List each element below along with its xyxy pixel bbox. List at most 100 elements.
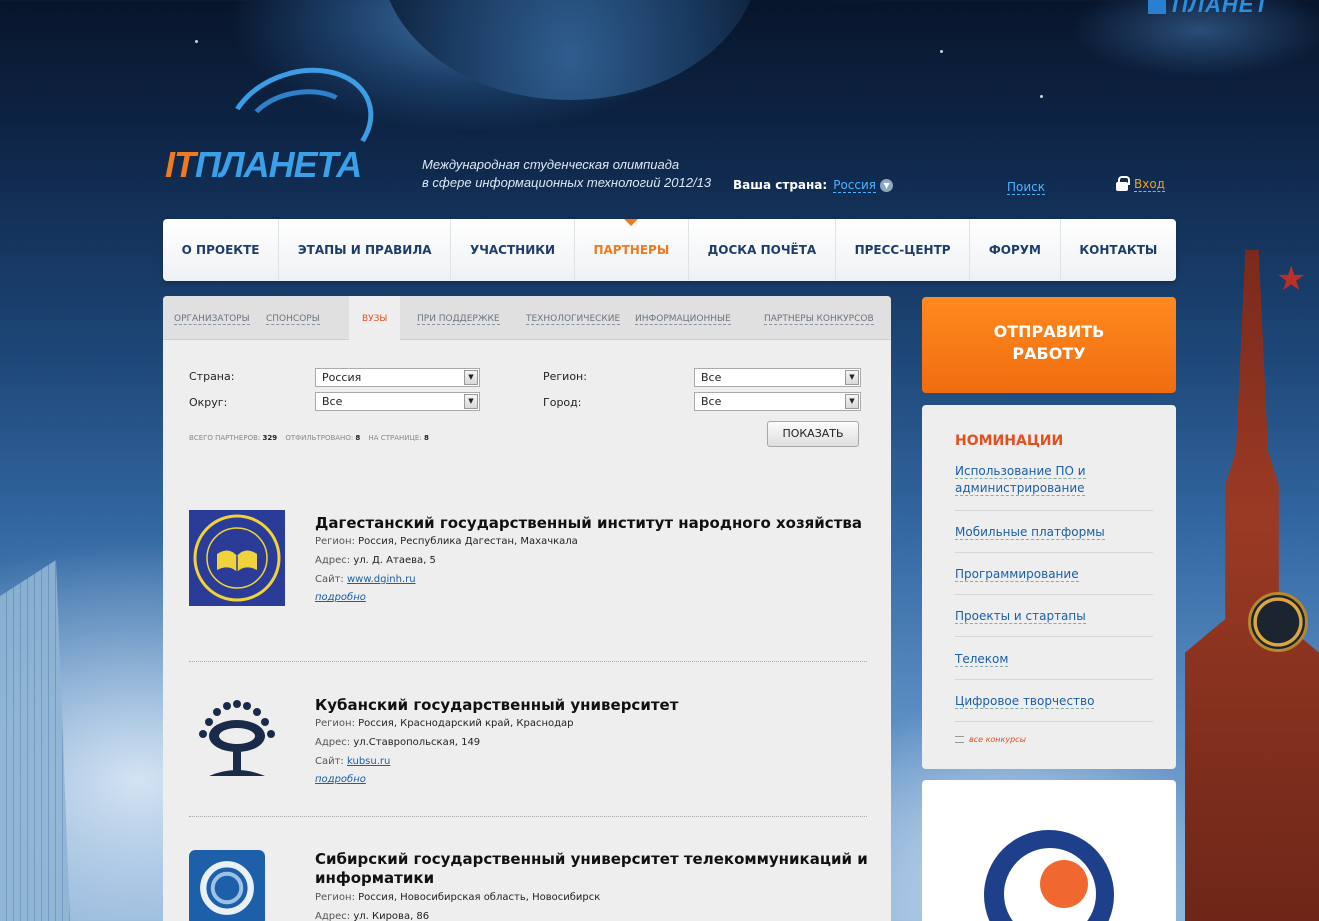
address-label: Адрес: <box>315 737 351 748</box>
nomination-item[interactable]: Использование ПО и администрирование <box>955 463 1155 497</box>
subtab-supported[interactable]: ПРИ ПОДДЕРЖКЕ <box>417 314 500 325</box>
university-more: подробно <box>315 770 366 789</box>
login-label[interactable]: Вход <box>1134 177 1165 192</box>
nominations-title: НОМИНАЦИИ <box>955 433 1064 449</box>
nav-item-forum[interactable]: ФОРУМ <box>970 219 1061 281</box>
list-item: Дагестанский государственный институт на… <box>189 510 869 610</box>
university-region: Регион: Россия, Республика Дагестан, Мах… <box>315 532 578 551</box>
nav-item-press[interactable]: ПРЕСС-ЦЕНТР <box>836 219 971 281</box>
tagline-line: в сфере информационных технологий 2012/1… <box>422 175 712 190</box>
university-logo[interactable] <box>189 510 285 606</box>
district-select[interactable]: Все ▼ <box>315 392 480 411</box>
address-value: ул. Кирова, 86 <box>353 911 430 921</box>
mini-logo-badge-icon <box>1148 0 1166 14</box>
stats-total: 329 <box>262 434 278 442</box>
address-value: ул. Д. Атаева, 5 <box>353 555 436 566</box>
address-label: Адрес: <box>315 555 351 566</box>
details-link[interactable]: подробно <box>315 592 366 603</box>
country-value[interactable]: Россия <box>833 178 877 193</box>
country-selector[interactable]: Ваша страна: Россия ▼ <box>733 178 894 193</box>
details-link[interactable]: подробно <box>315 774 366 785</box>
nav-item-partners[interactable]: ПАРТНЕРЫ <box>575 219 689 281</box>
nav-item-contacts[interactable]: КОНТАКТЫ <box>1061 219 1176 281</box>
university-logo[interactable] <box>189 692 285 788</box>
region-value: Россия, Республика Дагестан, Махачкала <box>358 536 578 547</box>
address-value: ул.Ставропольская, 149 <box>353 737 481 748</box>
nav-item-honor-board[interactable]: ДОСКА ПОЧЁТА <box>689 219 836 281</box>
university-logo[interactable] <box>189 850 265 921</box>
mini-logo[interactable]: ПЛАНЕТ <box>1148 0 1319 17</box>
university-address: Адрес: ул.Ставропольская, 149 <box>315 733 480 752</box>
subtab-universities[interactable]: ВУЗЫ <box>349 296 401 341</box>
subtab-sponsors[interactable]: СПОНСОРЫ <box>266 314 320 325</box>
site-link[interactable]: www.dginh.ru <box>347 574 416 585</box>
partner-logo-card[interactable] <box>922 780 1176 921</box>
divider <box>955 636 1153 637</box>
star-decoration <box>940 50 943 53</box>
nav-item-about[interactable]: О ПРОЕКТЕ <box>163 219 280 281</box>
all-contests-label[interactable]: все конкурсы <box>969 735 1026 744</box>
university-name[interactable]: Сибирский государственный университет те… <box>315 850 875 888</box>
partner-logo-icon <box>1040 860 1088 908</box>
nomination-label[interactable]: Телеком <box>955 652 1009 667</box>
city-filter-label: Город: <box>543 396 582 409</box>
subtab-contest-partners[interactable]: ПАРТНЕРЫ КОНКУРСОВ <box>764 314 874 325</box>
kremlin-tower-decoration <box>1185 250 1319 921</box>
main-nav: О ПРОЕКТЕ ЭТАПЫ И ПРАВИЛА УЧАСТНИКИ ПАРТ… <box>163 219 1176 281</box>
site-tagline: Международная студенческая олимпиада в с… <box>422 156 711 192</box>
list-item: Кубанский государственный университет Ре… <box>189 692 869 792</box>
nav-item-stages[interactable]: ЭТАПЫ И ПРАВИЛА <box>279 219 452 281</box>
chevron-down-icon[interactable]: ▼ <box>464 370 478 385</box>
show-button[interactable]: ПОКАЗАТЬ <box>767 421 859 447</box>
country-select[interactable]: Россия ▼ <box>315 368 480 387</box>
subtab-organizers[interactable]: ОРГАНИЗАТОРЫ <box>174 314 250 325</box>
region-filter-label: Регион: <box>543 370 587 383</box>
region-select[interactable]: Все ▼ <box>694 368 861 387</box>
subtab-informational[interactable]: ИНФОРМАЦИОННЫЕ <box>635 314 731 325</box>
stats-filtered: 8 <box>355 434 361 442</box>
university-name[interactable]: Кубанский государственный университет <box>315 696 875 715</box>
lock-icon <box>1116 176 1130 191</box>
nomination-label[interactable]: Проекты и стартапы <box>955 609 1086 624</box>
university-region: Регион: Россия, Новосибирская область, Н… <box>315 888 600 907</box>
chevron-down-icon[interactable]: ▼ <box>464 394 478 409</box>
logo-planeta: ПЛАНЕТА <box>195 144 362 185</box>
logo-it: IT <box>165 144 196 185</box>
nomination-label[interactable]: Программирование <box>955 567 1079 582</box>
nomination-label[interactable]: Использование ПО и администрирование <box>955 464 1086 496</box>
search-link[interactable]: Поиск <box>1007 180 1046 195</box>
divider <box>955 552 1153 553</box>
region-select-value: Все <box>701 371 722 384</box>
mini-logo-text: ПЛАНЕТ <box>1172 0 1269 17</box>
nomination-item[interactable]: Телеком <box>955 651 1155 668</box>
tower-star-icon: ★ <box>1276 259 1307 299</box>
nomination-item[interactable]: Проекты и стартапы <box>955 608 1155 625</box>
region-label: Регион: <box>315 718 355 729</box>
nav-item-participants[interactable]: УЧАСТНИКИ <box>451 219 575 281</box>
partner-stats: ВСЕГО ПАРТНЕРОВ: 329 ОТФИЛЬТРОВАНО: 8 НА… <box>189 434 435 442</box>
chevron-down-icon[interactable]: ▼ <box>845 370 859 385</box>
chevron-down-icon[interactable]: ▼ <box>845 394 859 409</box>
university-address: Адрес: ул. Д. Атаева, 5 <box>315 551 436 570</box>
subtab-technological[interactable]: ТЕХНОЛОГИЧЕСКИЕ <box>526 314 621 325</box>
city-select[interactable]: Все ▼ <box>694 392 861 411</box>
university-name[interactable]: Дагестанский государственный институт на… <box>315 514 875 533</box>
nomination-item[interactable]: Цифровое творчество <box>955 693 1155 710</box>
site-link[interactable]: kubsu.ru <box>347 756 390 767</box>
nomination-label[interactable]: Цифровое творчество <box>955 694 1095 709</box>
university-site: Сайт: www.dginh.ru <box>315 570 416 589</box>
nomination-label[interactable]: Мобильные платформы <box>955 525 1105 540</box>
site-logo[interactable]: ITПЛАНЕТА <box>165 49 389 201</box>
divider <box>955 721 1153 722</box>
login-link[interactable]: Вход <box>1116 176 1165 192</box>
nominations-panel: НОМИНАЦИИ Использование ПО и администрир… <box>922 405 1176 769</box>
country-filter-label: Страна: <box>189 370 235 383</box>
list-item: Сибирский государственный университет те… <box>189 850 869 921</box>
chevron-down-icon[interactable]: ▼ <box>880 179 894 192</box>
nomination-item[interactable]: Программирование <box>955 566 1155 583</box>
nomination-item[interactable]: Мобильные платформы <box>955 524 1155 541</box>
university-address: Адрес: ул. Кирова, 86 <box>315 907 429 921</box>
stats-filtered-label: ОТФИЛЬТРОВАНО: <box>285 434 354 442</box>
submit-work-button[interactable]: ОТПРАВИТЬ РАБОТУ <box>922 297 1176 393</box>
all-contests-link[interactable]: все конкурсы <box>955 735 1026 744</box>
